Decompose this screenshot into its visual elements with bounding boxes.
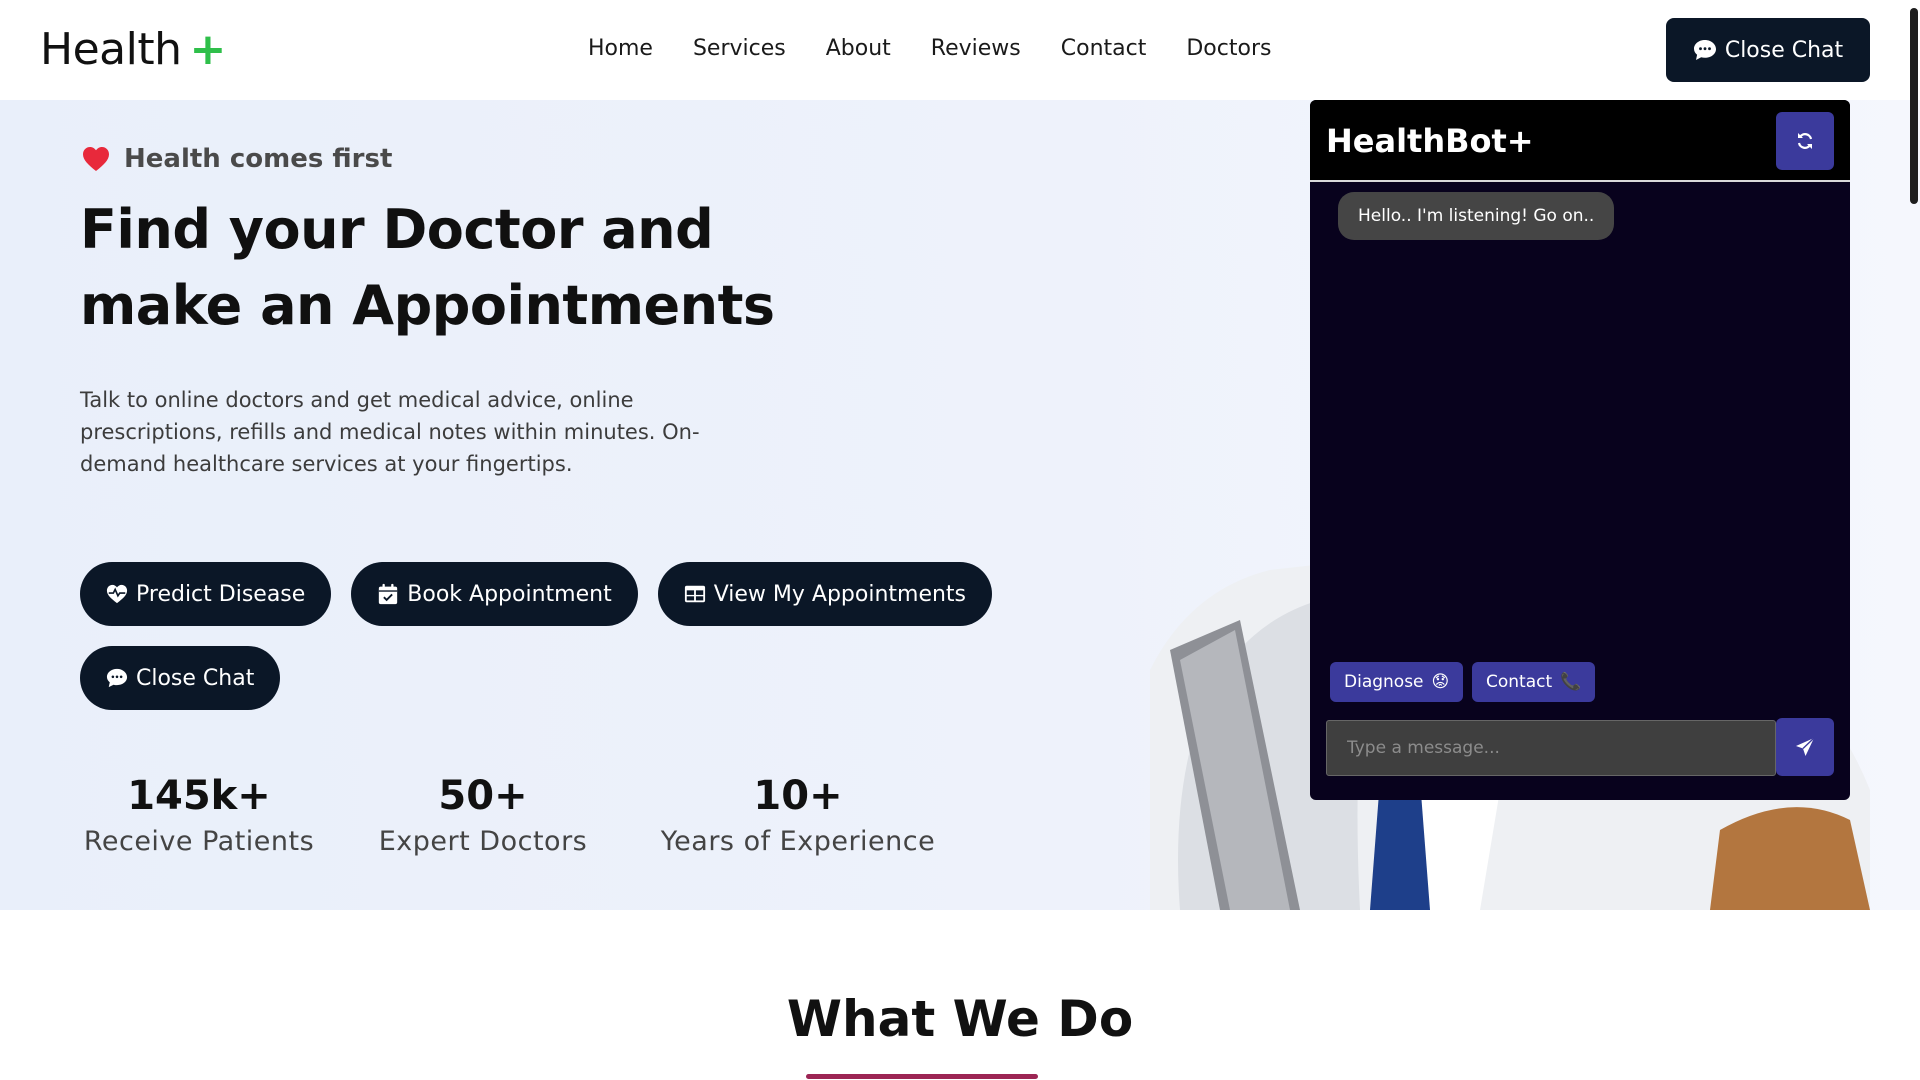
worried-face-icon: 😟 — [1431, 672, 1450, 692]
predict-disease-button[interactable]: Predict Disease — [80, 562, 332, 626]
view-appointments-label: View My Appointments — [713, 581, 967, 607]
stats-row: 145k+ Receive Patients 50+ Expert Doctor… — [80, 770, 1008, 857]
heartbeat-icon — [106, 584, 128, 604]
nav-reviews[interactable]: Reviews — [931, 36, 1021, 61]
stat-experience-number: 10+ — [753, 773, 843, 819]
stat-patients-number: 145k+ — [127, 773, 271, 819]
hero-close-chat-label: Close Chat — [136, 665, 255, 691]
logo-text: Health — [40, 24, 182, 75]
site-header: Health + Home Services About Reviews Cont… — [0, 0, 1920, 100]
predict-disease-label: Predict Disease — [136, 581, 306, 607]
logo-plus: + — [189, 24, 226, 75]
chat-message-input[interactable] — [1326, 720, 1776, 776]
contact-quick-reply[interactable]: Contact 📞 — [1472, 662, 1596, 702]
tagline-text: Health comes first — [124, 144, 393, 174]
nav-about[interactable]: About — [826, 36, 891, 61]
diagnose-label: Diagnose — [1344, 672, 1424, 692]
bot-message: Hello.. I'm listening! Go on.. — [1338, 192, 1615, 240]
view-appointments-button[interactable]: View My Appointments — [657, 562, 993, 626]
hero-button-row-2: Close Chat — [80, 646, 281, 710]
book-appointment-label: Book Appointment — [407, 581, 612, 607]
phone-icon: 📞 — [1560, 672, 1582, 692]
hero-description: Talk to online doctors and get medical a… — [80, 388, 700, 476]
header-close-chat-label: Close Chat — [1724, 37, 1844, 63]
stat-doctors: 50+ Expert Doctors — [378, 770, 588, 857]
hero-title-line2: make an Appointments — [80, 274, 775, 337]
nav-home[interactable]: Home — [588, 36, 653, 61]
refresh-icon — [1797, 133, 1813, 149]
tagline: Health comes first — [82, 144, 392, 174]
chat-bubble-icon — [106, 668, 128, 688]
chatbot-header: HealthBot+ — [1310, 100, 1850, 182]
main-nav: Home Services About Reviews Contact Doct… — [588, 36, 1271, 61]
hero-close-chat-button[interactable]: Close Chat — [80, 646, 281, 710]
chatbot-panel: HealthBot+ Hello.. I'm listening! Go on.… — [1310, 100, 1850, 800]
chatbot-title: HealthBot+ — [1326, 122, 1534, 160]
nav-doctors[interactable]: Doctors — [1186, 36, 1271, 61]
send-icon — [1796, 737, 1815, 756]
hero-title-line1: Find your Doctor and — [80, 198, 714, 261]
stat-experience-label: Years of Experience — [660, 826, 936, 857]
send-message-button[interactable] — [1776, 718, 1834, 776]
section-title-underline — [806, 1074, 1038, 1079]
stat-doctors-label: Expert Doctors — [378, 826, 588, 857]
stat-experience: 10+ Years of Experience — [648, 770, 948, 857]
logo[interactable]: Health + — [40, 24, 226, 75]
header-close-chat-button[interactable]: Close Chat — [1666, 18, 1870, 82]
section-title: What We Do — [786, 990, 1134, 1048]
book-appointment-button[interactable]: Book Appointment — [351, 562, 638, 626]
page-scrollbar[interactable] — [1910, 8, 1918, 204]
nav-services[interactable]: Services — [693, 36, 786, 61]
table-icon — [684, 585, 705, 603]
nav-contact[interactable]: Contact — [1061, 36, 1147, 61]
contact-label: Contact — [1486, 672, 1553, 692]
stat-patients: 145k+ Receive Patients — [80, 770, 318, 857]
hero-button-row: Predict Disease Book Appointment View My… — [80, 562, 993, 626]
stat-patients-label: Receive Patients — [83, 826, 315, 857]
diagnose-quick-reply[interactable]: Diagnose 😟 — [1330, 662, 1464, 702]
refresh-chat-button[interactable] — [1776, 112, 1834, 170]
stat-doctors-number: 50+ — [438, 773, 528, 819]
hero-title: Find your Doctor and make an Appointment… — [80, 192, 780, 344]
heart-icon — [83, 147, 109, 171]
chat-bubble-icon — [1693, 40, 1716, 60]
calendar-check-icon — [379, 583, 398, 605]
